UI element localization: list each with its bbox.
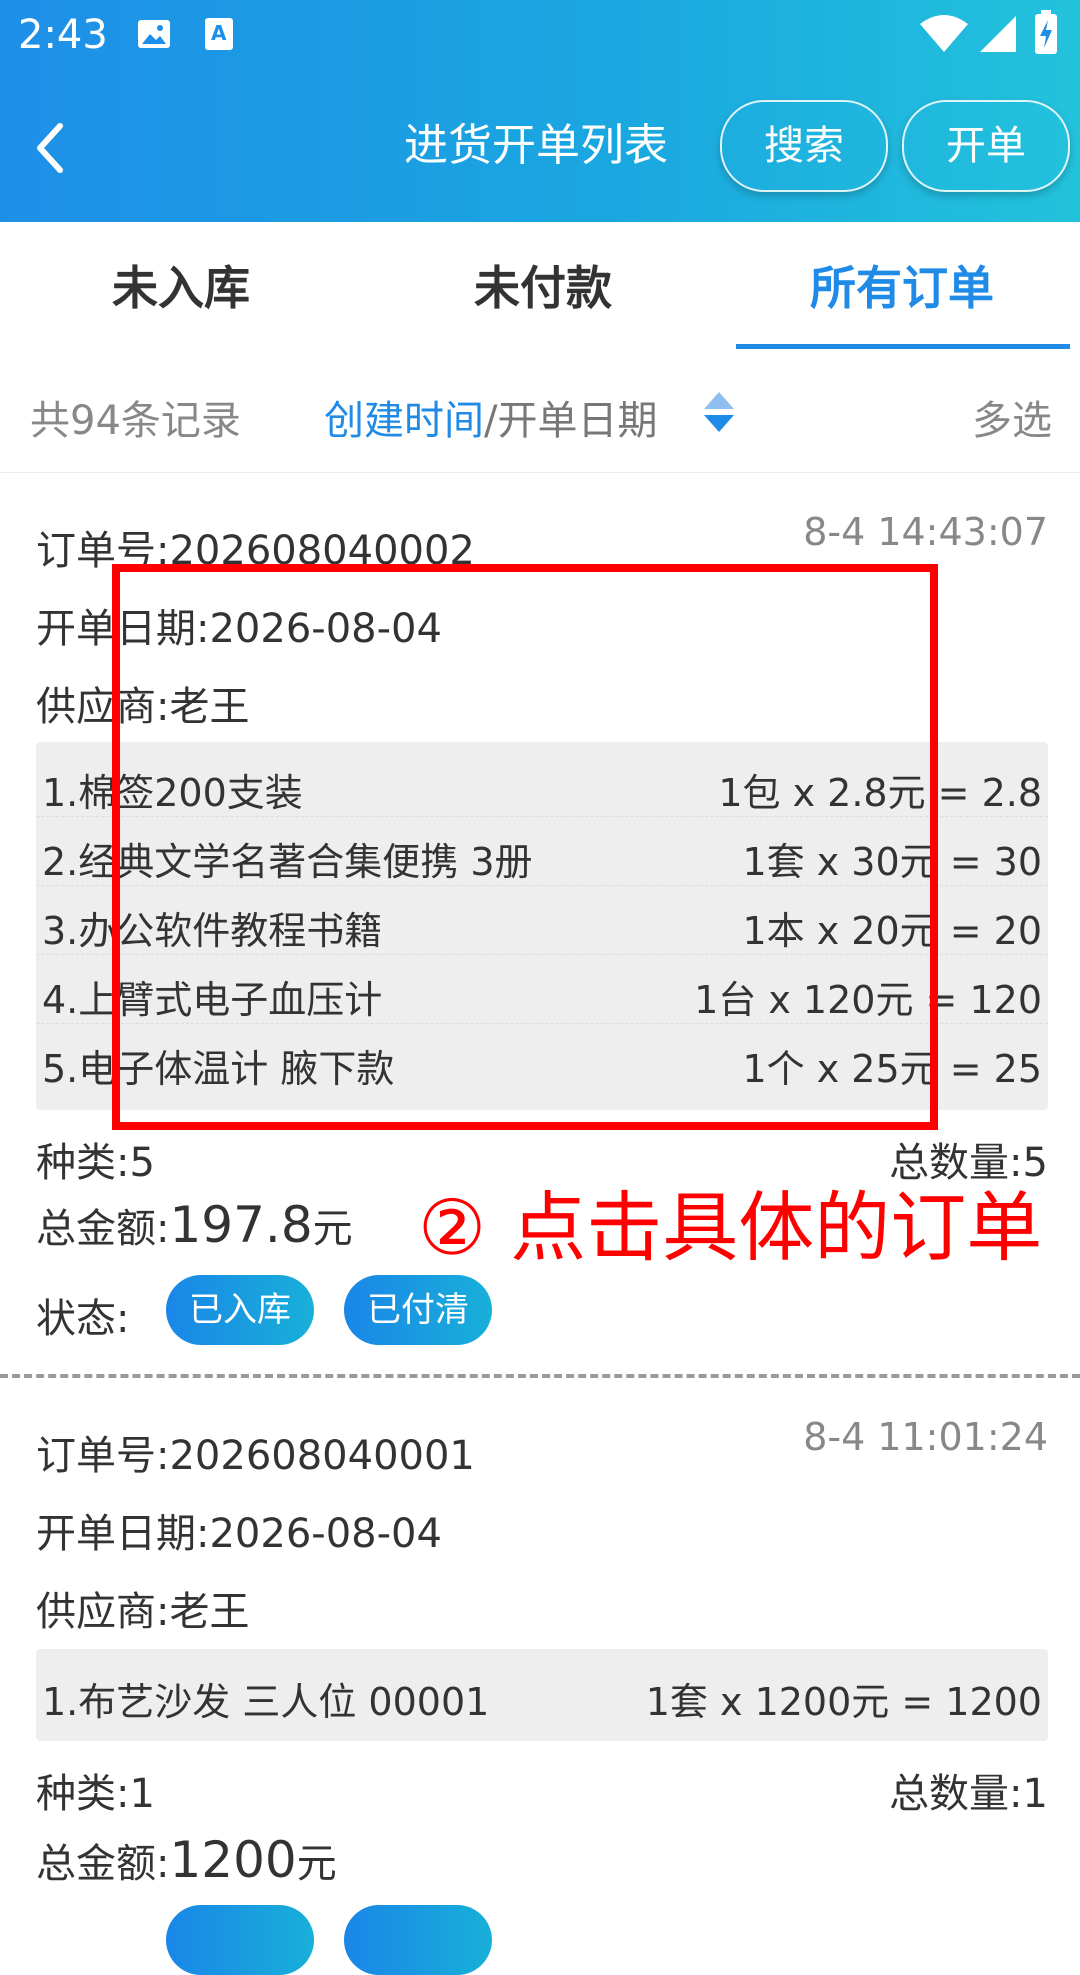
kinds-line: 种类:5	[36, 1130, 155, 1188]
back-button[interactable]	[30, 116, 90, 180]
sort-separator: /	[484, 398, 498, 444]
create-order-button[interactable]: 开单	[902, 100, 1070, 192]
order-date-line: 开单日期:2026-08-04	[36, 1501, 442, 1559]
order-divider	[0, 1374, 1080, 1378]
chevron-left-icon	[37, 123, 63, 173]
order-date-label: 开单日期:	[36, 1511, 210, 1557]
kinds-value: 5	[129, 1140, 155, 1186]
total-label: 总金额:	[36, 1841, 170, 1887]
order-created-time: 8-4 11:01:24	[803, 1415, 1048, 1459]
quantity-value: 1	[1022, 1771, 1048, 1817]
sort-toggle[interactable]: 创建时间/开单日期	[324, 388, 657, 446]
status-bar: 2:43 A	[0, 0, 1080, 72]
annotation-highlight-box	[112, 564, 938, 1130]
supplier-line: 供应商:老王	[36, 1579, 249, 1637]
text-a-icon: A	[204, 16, 234, 56]
quantity-label: 总数量:	[889, 1771, 1023, 1817]
signal-icon	[978, 14, 1018, 58]
tab-not-stocked[interactable]: 未入库	[112, 252, 250, 318]
tab-all-orders[interactable]: 所有订单	[810, 252, 994, 318]
order-created-time: 8-4 14:43:07	[803, 510, 1048, 554]
kinds-line: 种类:1	[36, 1761, 155, 1819]
total-amount: 1200	[169, 1831, 297, 1889]
order-date: 2026-08-04	[209, 1511, 442, 1557]
order-number: 202608040001	[169, 1433, 475, 1479]
status-badge-stocked: 已入库	[166, 1275, 314, 1345]
multi-select-button[interactable]: 多选	[972, 388, 1052, 446]
svg-text:A: A	[211, 21, 227, 45]
order-number-label: 订单号:	[36, 1433, 170, 1479]
item-name: 1.布艺沙发 三人位 00001	[42, 1680, 490, 1724]
page-title: 进货开单列表	[404, 120, 668, 171]
filter-row: 共94条记录 创建时间/开单日期 多选	[0, 352, 1080, 473]
total-label: 总金额:	[36, 1206, 170, 1252]
active-tab-indicator	[736, 344, 1070, 349]
tab-unpaid[interactable]: 未付款	[474, 252, 612, 318]
annotation-text: ② 点击具体的订单	[418, 1183, 1043, 1272]
kinds-label: 种类:	[36, 1771, 130, 1817]
search-button[interactable]: 搜索	[720, 100, 888, 192]
battery-charging-icon	[1034, 10, 1058, 60]
total-unit: 元	[296, 1841, 337, 1887]
order-number-line: 订单号:202608040001	[36, 1423, 475, 1481]
supplier-name: 老王	[169, 1589, 250, 1635]
status-label: 状态:	[36, 1296, 130, 1342]
total-line: 总金额:1200元	[36, 1831, 337, 1889]
image-icon	[136, 16, 172, 56]
quantity-line: 总数量:1	[889, 1761, 1048, 1819]
sort-arrows-icon[interactable]	[702, 390, 736, 434]
status-badge-paid: 已付清	[344, 1275, 492, 1345]
title-row: 进货开单列表 搜索 开单	[0, 100, 1080, 196]
total-amount: 197.8	[169, 1196, 313, 1254]
order-item-row: 1.布艺沙发 三人位 00001 1套 x 1200元 = 1200	[36, 1657, 1048, 1725]
kinds-label: 种类:	[36, 1140, 130, 1186]
item-calc: 1套 x 1200元 = 1200	[645, 1680, 1042, 1724]
total-unit: 元	[312, 1206, 353, 1252]
status-time: 2:43	[18, 12, 108, 58]
kinds-value: 1	[129, 1771, 155, 1817]
sort-created-time[interactable]: 创建时间	[324, 398, 484, 444]
status-badge	[166, 1905, 314, 1975]
record-count: 共94条记录	[30, 398, 241, 444]
tab-bar: 未入库 未付款 所有订单	[0, 222, 1080, 352]
order-items-list: 1.布艺沙发 三人位 00001 1套 x 1200元 = 1200	[36, 1649, 1048, 1741]
app-header: 2:43 A 进货开单列表 搜索 开单	[0, 0, 1080, 222]
sort-order-date[interactable]: 开单日期	[497, 398, 657, 444]
status-badge	[344, 1905, 492, 1975]
total-line: 总金额:197.8元	[36, 1196, 353, 1254]
supplier-label: 供应商:	[36, 1589, 170, 1635]
wifi-icon	[920, 14, 968, 58]
